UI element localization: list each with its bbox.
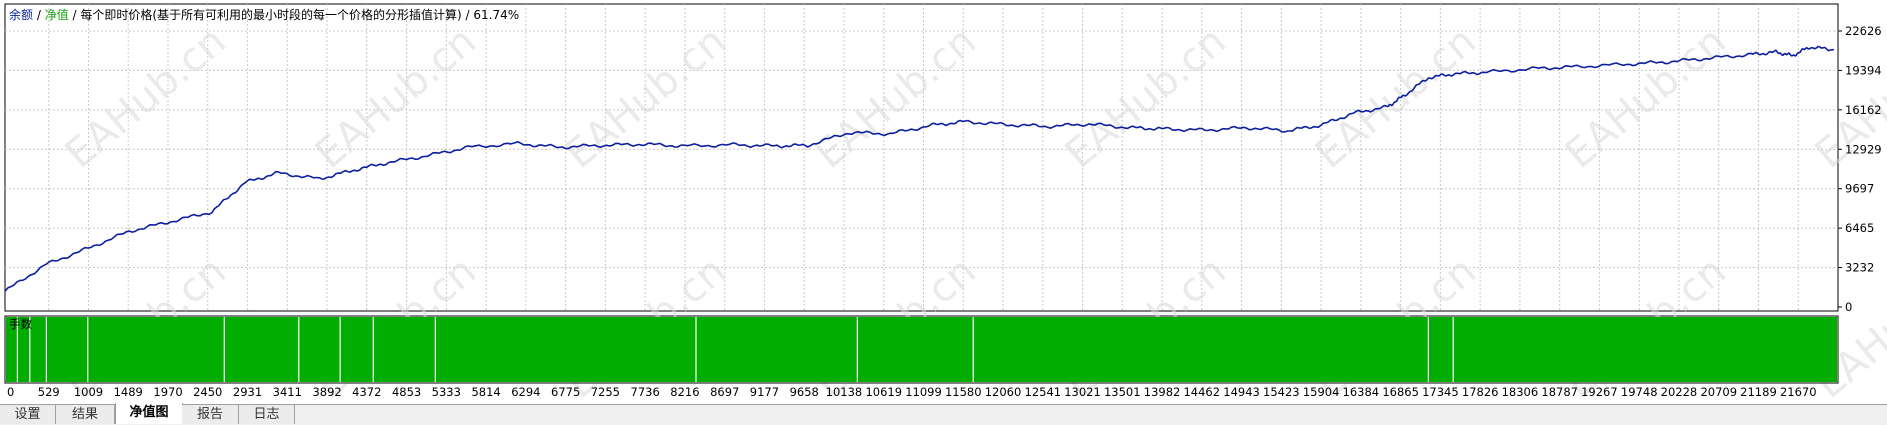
x-tick-label: 3892 — [312, 385, 341, 399]
x-tick-label: 10138 — [826, 385, 863, 399]
x-tick-label: 14943 — [1223, 385, 1260, 399]
y-tick-label: 16162 — [1845, 103, 1882, 117]
tester-tabs: 设置 结果 净值图 报告 日志 — [0, 403, 1887, 425]
x-tick-label: 19748 — [1621, 385, 1658, 399]
y-tick-label: 19394 — [1845, 63, 1882, 77]
x-tick-label: 16384 — [1343, 385, 1380, 399]
x-tick-label: 4853 — [392, 385, 421, 399]
x-tick-label: 5333 — [432, 385, 461, 399]
x-tick-label: 15423 — [1263, 385, 1300, 399]
y-tick-label: 9697 — [1845, 182, 1874, 196]
tab-report[interactable]: 报告 — [182, 405, 239, 424]
x-tick-label: 3411 — [273, 385, 302, 399]
x-tick-label: 13982 — [1144, 385, 1181, 399]
x-tick-label: 8216 — [670, 385, 699, 399]
lots-label: 手数 — [9, 317, 32, 331]
x-tick-label: 13021 — [1064, 385, 1101, 399]
legend-equity: 净值 — [44, 8, 69, 22]
x-tick-label: 17826 — [1462, 385, 1499, 399]
x-tick-label: 16865 — [1382, 385, 1419, 399]
x-tick-label: 6294 — [511, 385, 540, 399]
y-tick-label: 22626 — [1845, 24, 1882, 38]
x-tick-label: 7736 — [631, 385, 660, 399]
x-tick-label: 21670 — [1780, 385, 1817, 399]
x-tick-label: 529 — [38, 385, 60, 399]
y-tick-label: 6465 — [1845, 221, 1874, 235]
y-tick-label: 3232 — [1845, 261, 1874, 275]
x-tick-label: 7255 — [591, 385, 620, 399]
chart-canvas: EAHub.cn EAHub.cn EAHub.cn EAHub.cn EAHub.cn… — [4, 3, 1887, 408]
x-tick-label: 2450 — [193, 385, 222, 399]
legend-description: / 每个即时价格(基于所有可利用的最小时段的每一个价格的分形插值计算) / 61… — [68, 8, 520, 22]
x-tick-label: 12541 — [1025, 385, 1062, 399]
tab-settings[interactable]: 设置 — [0, 405, 56, 424]
x-tick-label: 2931 — [233, 385, 262, 399]
x-tick-label: 12060 — [985, 385, 1022, 399]
tab-journal[interactable]: 日志 — [239, 405, 295, 424]
x-tick-label: 21189 — [1740, 385, 1777, 399]
x-tick-label: 5814 — [471, 385, 500, 399]
lots-bar-area — [6, 317, 1837, 382]
x-tick-label: 8697 — [710, 385, 739, 399]
x-tick-label: 0 — [7, 385, 14, 399]
y-tick-label: 0 — [1845, 300, 1852, 314]
chart-legend: 余额 / 净值 / 每个即时价格(基于所有可利用的最小时段的每一个价格的分形插值… — [9, 6, 519, 24]
x-tick-label: 20228 — [1661, 385, 1698, 399]
tab-equity-graph-label: 净值图 — [129, 405, 169, 420]
tab-results[interactable]: 结果 — [56, 405, 115, 424]
x-tick-label: 14462 — [1183, 385, 1220, 399]
y-tick-label: 12929 — [1845, 142, 1882, 156]
x-tick-label: 15904 — [1303, 385, 1340, 399]
x-tick-label: 11099 — [905, 385, 942, 399]
legend-balance: 余额 — [9, 8, 34, 22]
x-tick-label: 13501 — [1104, 385, 1141, 399]
x-tick-label: 1489 — [114, 385, 143, 399]
x-tick-label: 4372 — [352, 385, 381, 399]
x-tick-label: 18787 — [1541, 385, 1578, 399]
tab-equity-graph[interactable]: 净值图 — [115, 403, 183, 424]
x-tick-label: 18306 — [1502, 385, 1539, 399]
tab-report-label: 报告 — [196, 407, 223, 422]
x-tick-label: 9177 — [750, 385, 779, 399]
x-tick-label: 17345 — [1422, 385, 1459, 399]
x-tick-label: 11580 — [945, 385, 982, 399]
tab-results-label: 结果 — [71, 407, 98, 422]
equity-chart: EAHub.cn EAHub.cn EAHub.cn EAHub.cn EAHub.cn… — [0, 0, 1887, 424]
x-tick-label: 10619 — [865, 385, 902, 399]
x-axis: 0 529 1009 1489 1970 2450 2931 3411 3892 4372 4853… — [7, 385, 1817, 399]
x-tick-label: 6775 — [551, 385, 580, 399]
x-tick-label: 1009 — [74, 385, 103, 399]
tab-journal-label: 日志 — [253, 407, 280, 422]
tab-settings-label: 设置 — [14, 407, 41, 422]
x-tick-label: 19267 — [1581, 385, 1618, 399]
x-tick-label: 1970 — [153, 385, 182, 399]
x-tick-label: 20709 — [1700, 385, 1737, 399]
legend-separator: / — [33, 8, 45, 22]
x-tick-label: 9658 — [790, 385, 819, 399]
